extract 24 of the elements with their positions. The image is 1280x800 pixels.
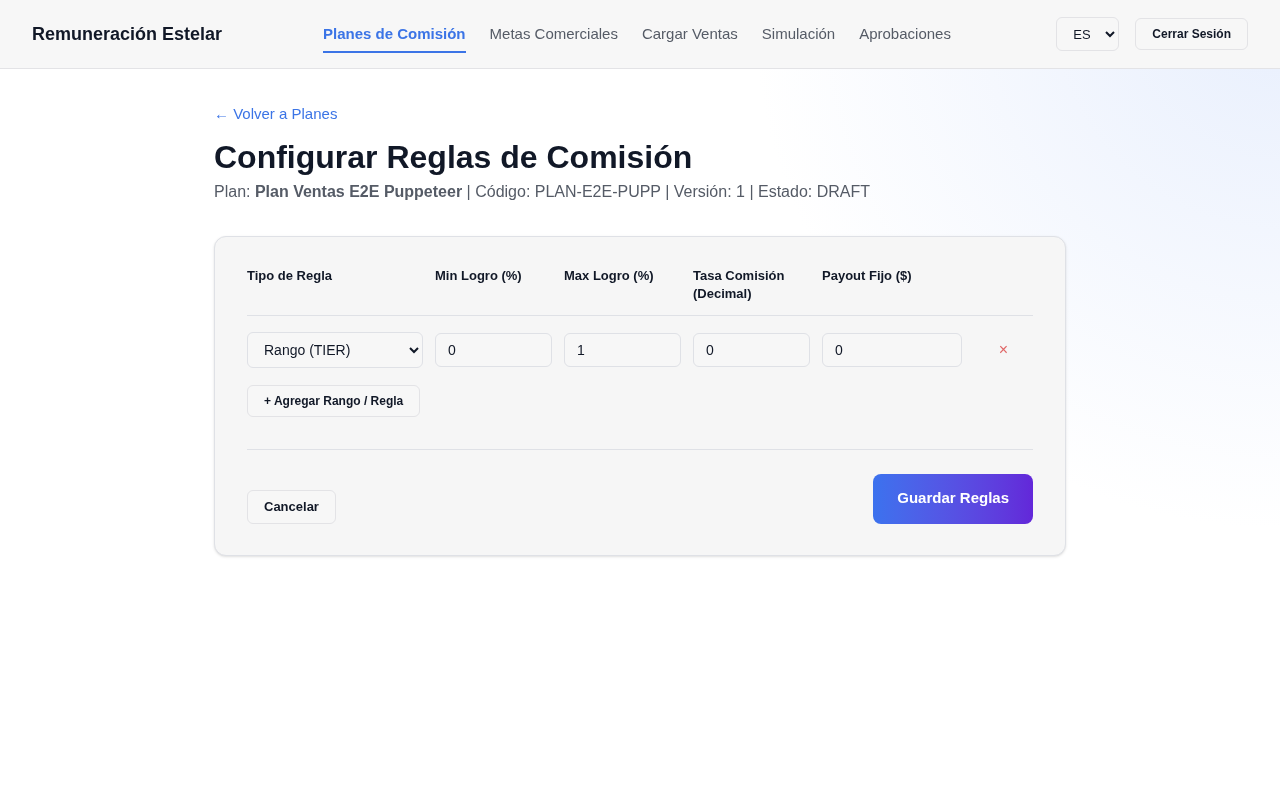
nav-tab[interactable]: Metas Comerciales <box>489 18 618 53</box>
nav-tab[interactable]: Planes de Comisión <box>323 18 466 53</box>
number-field[interactable]: 0 <box>822 332 962 367</box>
column-header: Tasa Comisión (Decimal) <box>693 266 786 303</box>
column-header: Max Logro (%) <box>564 266 655 285</box>
back-link[interactable]: ← Volver a Planes <box>214 103 338 126</box>
column-header: Payout Fijo ($) <box>822 266 913 285</box>
nav-tab[interactable]: Cargar Ventas <box>641 18 738 53</box>
logout-button[interactable]: Cerrar Sesión <box>1135 18 1248 50</box>
rule-type-select[interactable]: Rango (TIER) <box>247 331 423 368</box>
column-header: Tipo de Regla <box>247 266 333 285</box>
number-field[interactable]: 0 <box>435 332 552 367</box>
number-field[interactable]: 0 <box>693 332 810 367</box>
plan-details: Plan: Plan Ventas E2E Puppeteer | Código: PLAN-E2E-PUPP | Versión: 1 | Estado: DRAFT <box>214 181 872 202</box>
page-title: Configurar Reglas de Comisión <box>214 137 694 177</box>
nav-tab[interactable]: Aprobaciones <box>859 18 951 53</box>
save-button[interactable]: Guardar Reglas <box>873 473 1033 524</box>
nav-tab[interactable]: Simulación <box>761 18 836 53</box>
column-header: Min Logro (%) <box>435 266 523 285</box>
number-field[interactable]: 1 <box>564 332 681 367</box>
brand-title: Remuneración Estelar <box>32 22 224 46</box>
cancel-button[interactable]: Cancelar <box>247 489 336 524</box>
add-rule-button[interactable]: + Agregar Rango / Regla <box>247 384 421 417</box>
language-select[interactable]: ES <box>1056 17 1120 51</box>
